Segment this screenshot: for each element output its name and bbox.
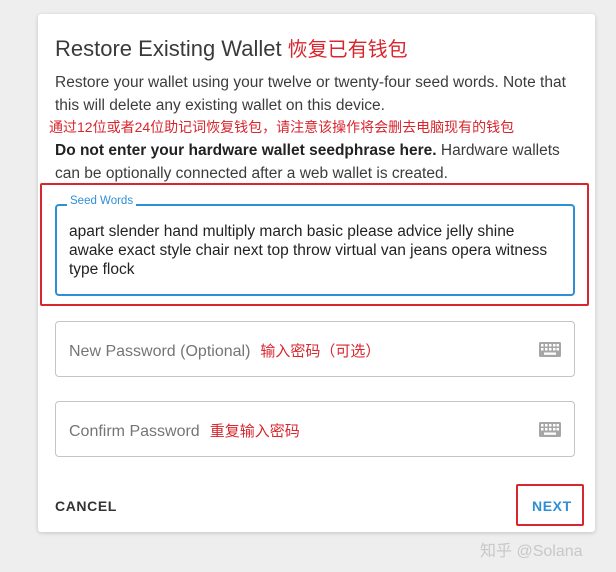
cancel-button[interactable]: CANCEL xyxy=(55,498,117,514)
seed-words-label: Seed Words xyxy=(67,195,137,207)
next-button[interactable]: NEXT xyxy=(532,498,572,514)
confirm-password-input[interactable]: Confirm Password 重复输入密码 xyxy=(69,420,300,441)
watermark: 知乎 @Solana xyxy=(480,543,583,560)
new-password-annotation: 输入密码（可选） xyxy=(260,343,381,360)
confirm-password-placeholder: Confirm Password xyxy=(69,423,200,440)
hardware-warning: Do not enter your hardware wallet seedph… xyxy=(55,139,575,185)
new-password-input[interactable]: New Password (Optional) 输入密码（可选） xyxy=(69,340,380,361)
confirm-password-field[interactable]: Confirm Password 重复输入密码 xyxy=(55,401,575,457)
dialog-title: Restore Existing Wallet 恢复已有钱包 xyxy=(55,33,408,62)
dialog-title-text: Restore Existing Wallet xyxy=(55,36,282,61)
confirm-password-annotation: 重复输入密码 xyxy=(209,423,300,440)
new-password-placeholder: New Password (Optional) xyxy=(69,343,251,360)
hardware-warning-bold: Do not enter your hardware wallet seedph… xyxy=(55,142,437,159)
title-annotation: 恢复已有钱包 xyxy=(287,39,408,61)
keyboard-icon[interactable] xyxy=(539,342,561,357)
dialog-description: Restore your wallet using your twelve or… xyxy=(55,74,566,114)
keyboard-icon[interactable] xyxy=(539,422,561,437)
new-password-field[interactable]: New Password (Optional) 输入密码（可选） xyxy=(55,321,575,377)
seed-words-input[interactable]: apart slender hand multiply march basic … xyxy=(69,222,559,279)
description-annotation: 通过12位或者24位助记词恢复钱包，请注意该操作将会删去电脑现有的钱包 xyxy=(49,119,515,135)
